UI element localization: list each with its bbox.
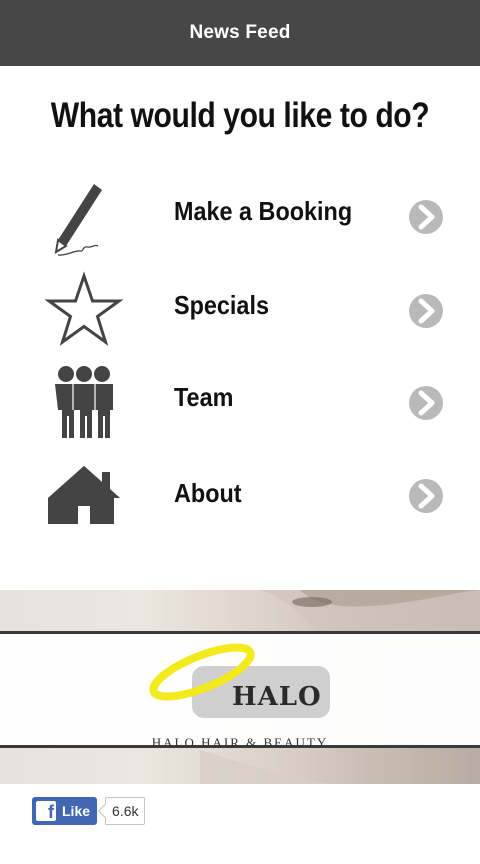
menu-item-label: Team [174,382,234,412]
facebook-like-button[interactable]: f Like [32,797,98,825]
team-icon [55,366,113,438]
like-label: Like [62,803,91,819]
pen-icon [54,184,102,256]
menu-item-about[interactable]: About [0,452,480,542]
logo-text: HALO [232,682,322,712]
page-title: News Feed [189,22,291,43]
chevron-right-icon [409,479,443,513]
chevron-right-icon [409,386,443,420]
menu-item-label: About [174,478,242,508]
header-bar: News Feed [0,0,480,66]
like-count-box: 6.6k [105,797,146,825]
prompt-heading: What would you like to do? [50,96,430,135]
menu-item-label: Make a Booking [174,196,353,226]
facebook-like-widget: f Like 6.6k [32,796,146,826]
menu-item-team[interactable]: Team [0,358,480,448]
home-icon [48,466,120,524]
star-icon [44,271,124,346]
facebook-icon: f [36,801,56,821]
chevron-right-icon [409,200,443,234]
menu-item-make-a-booking[interactable]: Make a Booking [0,172,480,262]
chevron-right-icon [409,294,443,328]
halo-banner: HALO HALO HAIR & BEAUTY [0,590,480,784]
menu-item-label: Specials [174,290,269,320]
logo-subtitle: HALO HAIR & BEAUTY [151,735,329,750]
like-count: 6.6k [112,803,139,819]
menu-item-specials[interactable]: Specials [0,266,480,356]
